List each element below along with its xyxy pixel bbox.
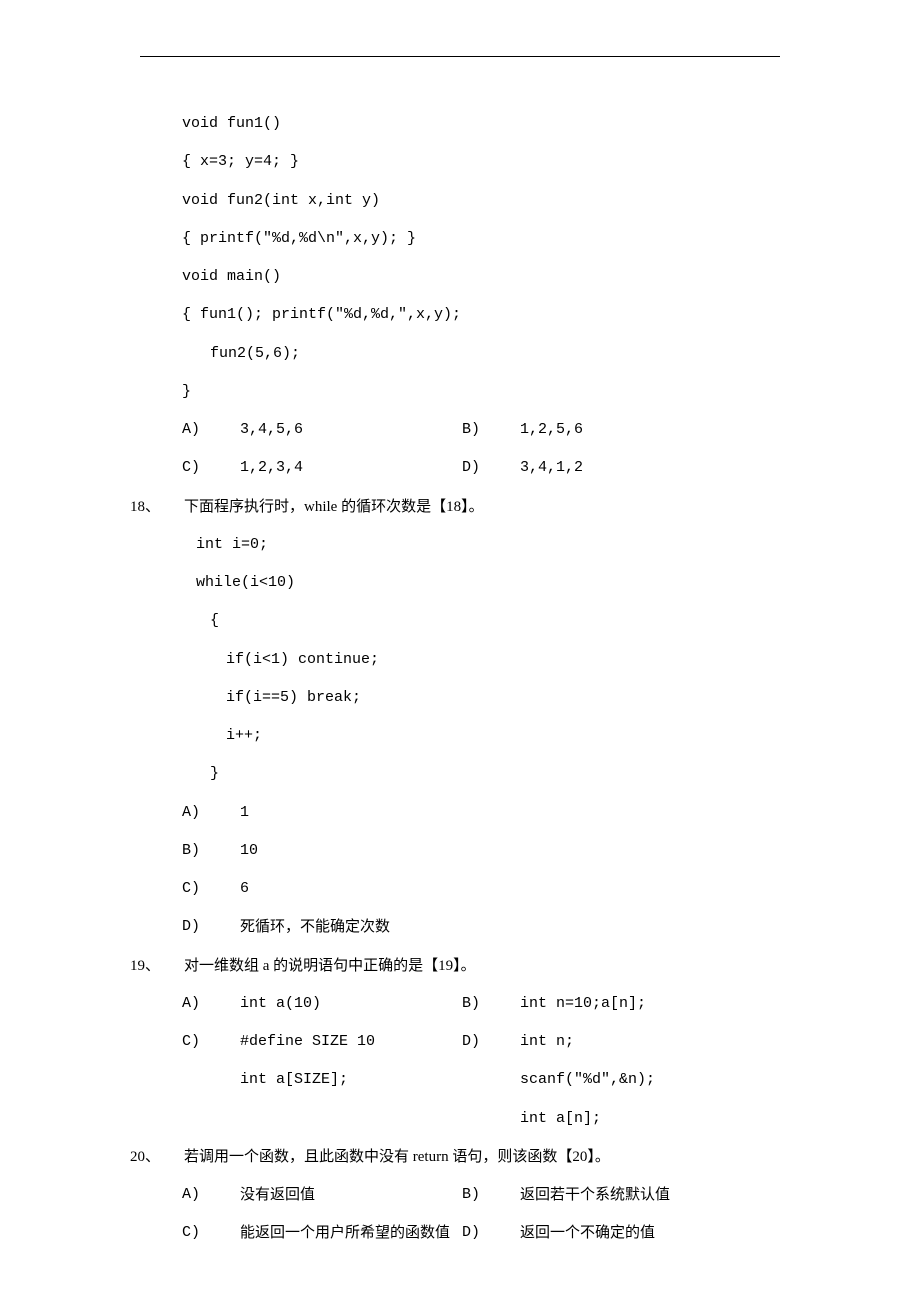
- option-text: int a[n];: [520, 1100, 601, 1138]
- option-label: A): [182, 985, 240, 1023]
- q19-stem: 19、 对一维数组 a 的说明语句中正确的是【19】。: [128, 947, 792, 985]
- option-text: 返回一个不确定的值: [520, 1214, 655, 1252]
- option-text: int n;: [520, 1023, 574, 1061]
- option-text: int a[SIZE];: [240, 1061, 348, 1099]
- question-text: 若调用一个函数，且此函数中没有 return 语句，则该函数【20】。: [184, 1138, 610, 1176]
- option-label: D): [182, 908, 240, 946]
- q19-options: A)int a(10) B)int n=10;a[n]; C)#define S…: [182, 985, 792, 1138]
- q17-code-block: void fun1() { x=3; y=4; } void fun2(int …: [182, 105, 792, 411]
- code-line: while(i<10): [196, 564, 792, 602]
- option-text: 6: [240, 870, 249, 908]
- option-label: C): [182, 1023, 240, 1061]
- q17-options: A)3,4,5,6 B)1,2,5,6 C)1,2,3,4 D)3,4,1,2: [182, 411, 792, 488]
- option-label: [182, 1100, 240, 1138]
- option-text: 1,2,3,4: [240, 449, 303, 487]
- option-label: B): [182, 832, 240, 870]
- option-label: C): [182, 1214, 240, 1252]
- option-label: [462, 1061, 520, 1099]
- question-number: 18、: [128, 488, 184, 526]
- option-text: 3,4,5,6: [240, 411, 303, 449]
- option-text: #define SIZE 10: [240, 1023, 375, 1061]
- code-line: }: [196, 755, 792, 793]
- code-line: void fun2(int x,int y): [182, 182, 792, 220]
- question-text: 对一维数组 a 的说明语句中正确的是【19】。: [184, 947, 476, 985]
- option-text: 10: [240, 832, 258, 870]
- question-text: 下面程序执行时，while 的循环次数是【18】。: [184, 488, 484, 526]
- option-label: D): [462, 449, 520, 487]
- option-text: 1,2,5,6: [520, 411, 583, 449]
- option-label: D): [462, 1023, 520, 1061]
- option-text: 没有返回值: [240, 1176, 315, 1214]
- q18-code-block: int i=0; while(i<10) { if(i<1) continue;…: [196, 526, 792, 794]
- q20-stem: 20、 若调用一个函数，且此函数中没有 return 语句，则该函数【20】。: [128, 1138, 792, 1176]
- code-line: void fun1(): [182, 105, 792, 143]
- option-text: 3,4,1,2: [520, 449, 583, 487]
- page-content: void fun1() { x=3; y=4; } void fun2(int …: [0, 0, 920, 1313]
- option-text: int n=10;a[n];: [520, 985, 646, 1023]
- code-line: i++;: [196, 717, 792, 755]
- option-label: A): [182, 1176, 240, 1214]
- code-line: { x=3; y=4; }: [182, 143, 792, 181]
- option-label: C): [182, 870, 240, 908]
- option-label: [182, 1061, 240, 1099]
- q20-options: A)没有返回值 B)返回若干个系统默认值 C)能返回一个用户所希望的函数值 D)…: [182, 1176, 792, 1253]
- option-text: 返回若干个系统默认值: [520, 1176, 670, 1214]
- option-label: B): [462, 411, 520, 449]
- code-line: { printf("%d,%d\n",x,y); }: [182, 220, 792, 258]
- option-label: B): [462, 985, 520, 1023]
- option-text: scanf("%d",&n);: [520, 1061, 655, 1099]
- header-rule: [140, 56, 780, 57]
- option-text: int a(10): [240, 985, 321, 1023]
- q18-options: A)1 B)10 C)6 D)死循环，不能确定次数: [182, 794, 792, 947]
- q18-stem: 18、 下面程序执行时，while 的循环次数是【18】。: [128, 488, 792, 526]
- code-line: fun2(5,6);: [182, 335, 792, 373]
- question-number: 20、: [128, 1138, 184, 1176]
- question-number: 19、: [128, 947, 184, 985]
- option-text: 1: [240, 794, 249, 832]
- option-text: 能返回一个用户所希望的函数值: [240, 1214, 450, 1252]
- option-text: 死循环，不能确定次数: [240, 908, 390, 946]
- code-line: {: [196, 602, 792, 640]
- option-label: A): [182, 411, 240, 449]
- code-line: int i=0;: [196, 526, 792, 564]
- code-line: { fun1(); printf("%d,%d,",x,y);: [182, 296, 792, 334]
- option-label: C): [182, 449, 240, 487]
- option-label: A): [182, 794, 240, 832]
- option-label: B): [462, 1176, 520, 1214]
- code-line: if(i<1) continue;: [196, 641, 792, 679]
- code-line: void main(): [182, 258, 792, 296]
- option-label: [462, 1100, 520, 1138]
- code-line: }: [182, 373, 792, 411]
- option-label: D): [462, 1214, 520, 1252]
- code-line: if(i==5) break;: [196, 679, 792, 717]
